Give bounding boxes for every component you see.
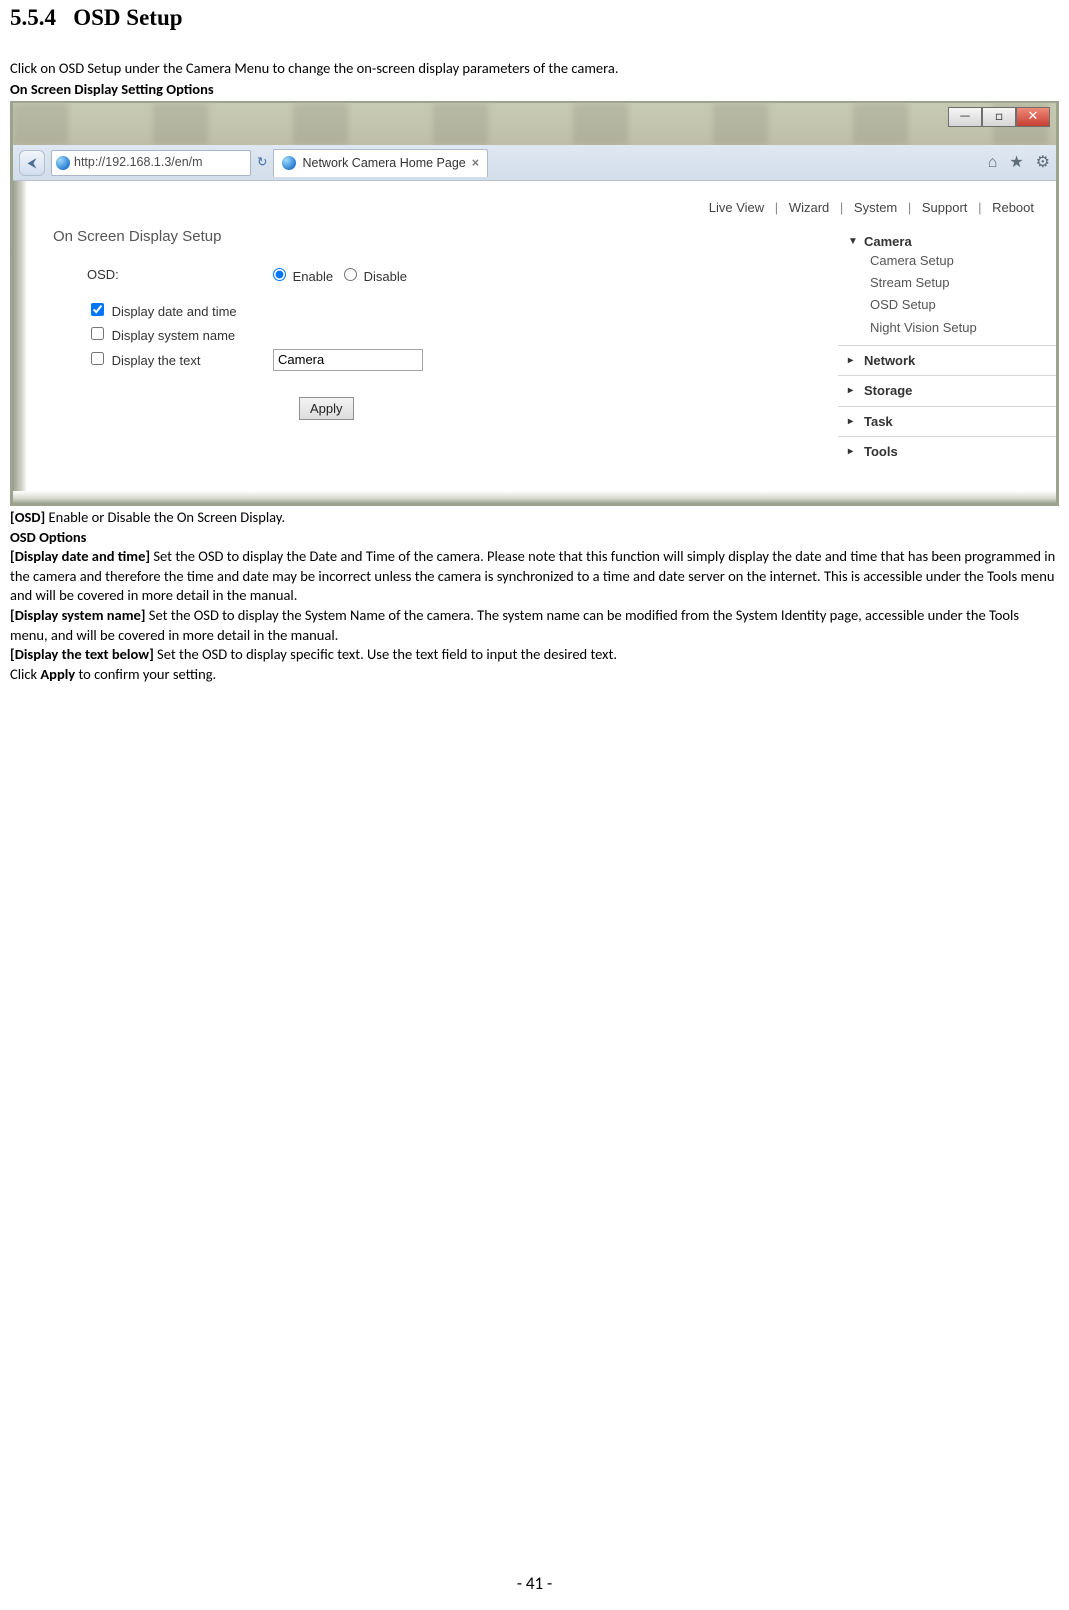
nav-reboot[interactable]: Reboot [992,200,1034,215]
side-task[interactable]: ▸ Task [848,413,1056,431]
browser-tools: ⌂ ★ ⚙ [988,152,1050,174]
side-camera-setup[interactable]: Camera Setup [870,250,1056,272]
ie-icon [56,156,70,170]
tab-close-icon[interactable]: × [472,155,479,172]
side-storage[interactable]: ▸ Storage [848,382,1056,400]
ie-icon [282,156,296,170]
left-margin-shadow [13,181,27,491]
side-night-vision-setup[interactable]: Night Vision Setup [870,317,1056,339]
chevron-left-icon: ⮜ [27,154,36,172]
osd-form: On Screen Display Setup OSD: Enable [27,223,838,479]
minimize-button[interactable]: — [948,107,982,127]
section-number: 5.5.4 [10,5,56,30]
nav-system[interactable]: System [854,200,897,215]
top-nav: Live View | Wizard | System | Support | … [27,181,1056,223]
section-heading: 5.5.4 OSD Setup [10,0,1059,33]
form-heading: On Screen Display Setup [53,227,838,247]
figure-caption: On Screen Display Setting Options [10,80,1059,100]
osd-desc: [OSD] Enable or Disable the On Screen Di… [10,508,1059,528]
background-app-blur: — □ ✕ [13,103,1056,145]
close-button[interactable]: ✕ [1016,107,1050,127]
page-number: - 41 - [0,1573,1069,1596]
osd-radio-group: Enable Disable [273,265,407,286]
cb-date-time[interactable]: Display date and time [87,304,237,319]
browser-chrome: ⮜ http://192.168.1.3/en/m ↻ Network Came… [13,145,1056,181]
tab-title: Network Camera Home Page [302,155,465,172]
window-controls: — □ ✕ [948,107,1050,127]
address-bar[interactable]: http://192.168.1.3/en/m [51,150,251,176]
chevron-down-icon: ▼ [848,235,858,249]
osd-enable-radio[interactable]: Enable [273,269,337,284]
nav-wizard[interactable]: Wizard [789,200,829,215]
web-page: Live View | Wizard | System | Support | … [13,181,1056,491]
section-title: OSD Setup [73,5,182,30]
bottom-margin-shadow [13,491,1056,503]
intro-paragraph: Click on OSD Setup under the Camera Menu… [10,59,1059,79]
side-osd-setup[interactable]: OSD Setup [870,294,1056,316]
side-camera[interactable]: ▼ Camera [848,233,1056,251]
checkbox-system-name[interactable] [91,327,104,340]
nav-support[interactable]: Support [922,200,968,215]
main-panel: Live View | Wizard | System | Support | … [27,181,1056,491]
side-menu: ▼ Camera Camera Setup Stream Setup OSD S… [838,223,1056,479]
apply-button[interactable]: Apply [299,397,354,421]
chevron-right-icon: ▸ [848,415,858,429]
side-network[interactable]: ▸ Network [848,352,1056,370]
cb-display-text[interactable]: Display the text [87,353,201,368]
side-tools[interactable]: ▸ Tools [848,443,1056,461]
screenshot-window: — □ ✕ ⮜ http://192.168.1.3/en/m ↻ Networ… [10,101,1059,506]
favorites-icon[interactable]: ★ [1009,152,1023,174]
p-display-text-below: [Display the text below] Set the OSD to … [10,645,1059,665]
back-button[interactable]: ⮜ [19,150,45,176]
checkbox-date-time[interactable] [91,303,104,316]
display-text-input[interactable] [273,349,423,371]
home-icon[interactable]: ⌂ [988,152,998,174]
p-display-system-name: [Display system name] Set the OSD to dis… [10,606,1059,645]
osd-disable-radio[interactable]: Disable [344,269,407,284]
gear-icon[interactable]: ⚙ [1036,152,1050,174]
checkbox-display-text[interactable] [91,352,104,365]
chevron-right-icon: ▸ [848,354,858,368]
maximize-button[interactable]: □ [982,107,1016,127]
browser-tab[interactable]: Network Camera Home Page × [273,149,488,177]
radio-enable[interactable] [273,268,286,281]
url-text: http://192.168.1.3/en/m [74,154,203,171]
p-click-apply: Click Apply to confirm your setting. [10,665,1059,685]
osd-label: OSD: [53,266,273,284]
cb-system-name[interactable]: Display system name [87,328,235,343]
p-display-date-time: [Display date and time] Set the OSD to d… [10,547,1059,606]
side-stream-setup[interactable]: Stream Setup [870,272,1056,294]
chevron-right-icon: ▸ [848,384,858,398]
nav-live-view[interactable]: Live View [709,200,764,215]
osd-options-heading: OSD Options [10,528,1059,548]
refresh-icon[interactable]: ↻ [257,154,267,171]
radio-disable[interactable] [344,268,357,281]
chevron-right-icon: ▸ [848,445,858,459]
